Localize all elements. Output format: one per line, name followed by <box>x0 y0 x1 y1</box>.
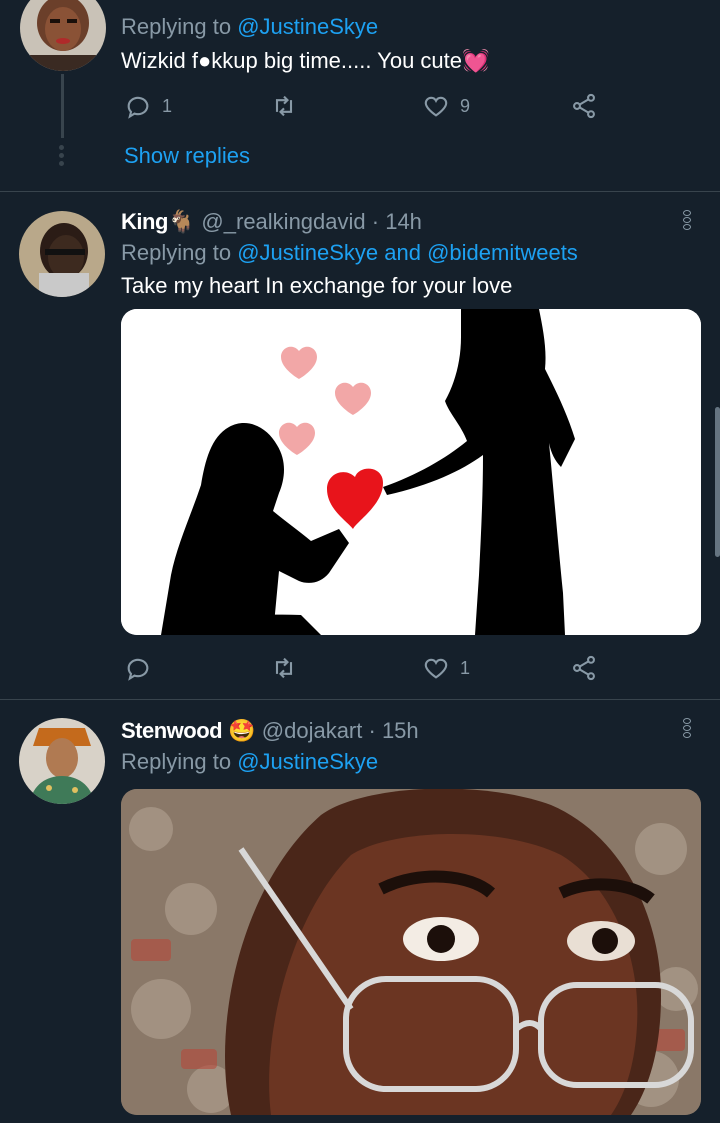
like-count: 1 <box>460 657 471 678</box>
tweet-text: Wizkid f●kkup big time..... You cute💓 <box>121 48 489 74</box>
reply-icon <box>127 658 149 681</box>
tweet-image[interactable] <box>121 789 701 1115</box>
timestamp: · 15h <box>368 718 419 743</box>
tweet-header: Stenwood 🤩 @dojakart · 15h <box>121 718 419 744</box>
show-replies-link[interactable]: Show replies <box>124 143 250 169</box>
like-count: 9 <box>460 95 471 116</box>
replying-prefix: Replying to <box>121 749 232 774</box>
avatar[interactable] <box>20 0 106 71</box>
timestamp: · 14h <box>371 209 422 234</box>
replying-prefix: Replying to <box>121 240 232 265</box>
like-icon <box>424 96 448 117</box>
replying-to: Replying to @JustineSkye and @bidemitwee… <box>121 240 578 266</box>
scrollbar[interactable] <box>715 407 720 557</box>
more-options-icon[interactable] <box>683 210 693 236</box>
retweet-icon <box>275 657 293 679</box>
reply-icon <box>127 96 149 119</box>
tweet-2[interactable]: King🐐 @_realkingdavid · 14h Replying to … <box>0 192 720 698</box>
retweet-button[interactable] <box>270 90 308 122</box>
like-button[interactable]: 9 <box>422 90 470 122</box>
share-button[interactable] <box>570 652 598 684</box>
tweet-text-body: Wizkid f●kkup big time..... You cute <box>121 48 462 73</box>
tweet-actions: 1 <box>120 652 610 684</box>
thread-line <box>61 74 64 138</box>
mention-link[interactable]: @JustineSkye and @bidemitweets <box>237 240 578 265</box>
share-button[interactable] <box>570 90 598 122</box>
retweet-icon <box>275 95 293 117</box>
tweet-actions: 1 9 <box>120 90 610 122</box>
more-options-icon[interactable] <box>683 718 693 744</box>
like-button[interactable]: 1 <box>422 652 470 684</box>
display-name[interactable]: King <box>121 209 168 234</box>
thread-dots-icon <box>59 145 65 167</box>
reply-button[interactable] <box>124 652 162 684</box>
tweet-image[interactable] <box>121 309 701 635</box>
goat-emoji: 🐐 <box>167 209 196 234</box>
replying-to: Replying to @JustineSkye <box>121 749 378 775</box>
tweet-text: Take my heart In exchange for your love <box>121 273 513 298</box>
reply-button[interactable]: 1 <box>124 90 172 122</box>
tweet-3[interactable]: Stenwood 🤩 @dojakart · 15h Replying to @… <box>0 700 720 1123</box>
avatar[interactable] <box>19 718 105 804</box>
retweet-button[interactable] <box>270 652 308 684</box>
heart-emoji: 💓 <box>462 48 490 73</box>
handle[interactable]: @dojakart <box>262 718 363 743</box>
star-struck-emoji: 🤩 <box>228 718 256 743</box>
reaction-face-image <box>121 789 701 1115</box>
like-icon <box>424 658 448 679</box>
display-name[interactable]: Stenwood <box>121 718 223 743</box>
mention-link[interactable]: @JustineSkye <box>237 14 378 39</box>
replying-to: Replying to @JustineSkye <box>121 14 378 40</box>
share-icon <box>573 93 595 119</box>
tweet-1[interactable]: Replying to @JustineSkye Wizkid f●kkup b… <box>0 0 720 190</box>
replying-prefix: Replying to <box>121 14 232 39</box>
love-silhouette-image <box>121 309 701 635</box>
handle[interactable]: @_realkingdavid <box>201 209 365 234</box>
share-icon <box>573 655 595 681</box>
avatar[interactable] <box>19 211 105 297</box>
mention-link[interactable]: @JustineSkye <box>237 749 378 774</box>
tweet-header: King🐐 @_realkingdavid · 14h <box>121 209 422 235</box>
reply-count: 1 <box>162 95 173 116</box>
